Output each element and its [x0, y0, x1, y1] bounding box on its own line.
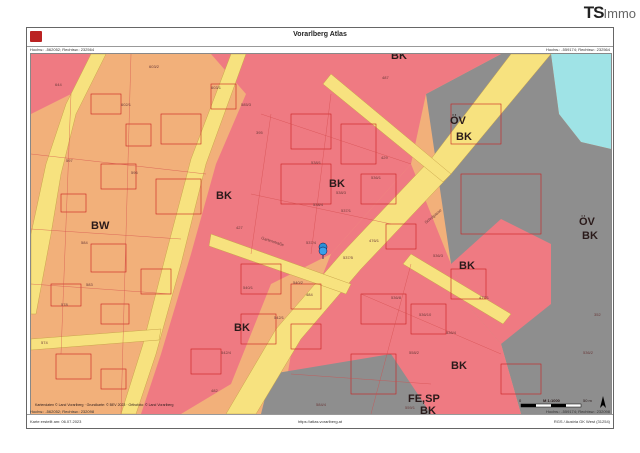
parcel-label: 603/2: [149, 64, 160, 69]
parcel-label: 558/2: [409, 350, 420, 355]
parcel-label: 536/2: [583, 350, 594, 355]
parcel-label: 584/4: [316, 402, 327, 407]
zone-label: ÖV: [579, 215, 596, 228]
parcel-label: 352: [594, 312, 601, 317]
brand-immo: Immo: [603, 6, 637, 21]
zone-label: BW: [91, 220, 110, 232]
parcel-label: 574: [41, 340, 48, 345]
zone-label: BK: [234, 322, 250, 334]
zoning-map: BK BK BW BK BK BK BK ÖV BK ÖV BK FE,SP B…: [31, 54, 611, 414]
zone-label: FE,SP: [408, 393, 440, 405]
parcel-label: 578: [61, 302, 68, 307]
zone-label: BK: [582, 230, 598, 242]
parcel-label: 536/3: [433, 253, 444, 258]
zone-label: BK: [459, 260, 475, 272]
parcel-label: 536/10: [419, 312, 432, 317]
zone-label: BK: [391, 54, 407, 62]
map-canvas[interactable]: BK BK BW BK BK BK BK ÖV BK ÖV BK FE,SP B…: [30, 53, 612, 415]
parcel-label: 536/1: [371, 175, 382, 180]
scale-end: 50 m: [583, 398, 593, 403]
parcel-label: 537/5: [343, 255, 354, 260]
parcel-label: 538/1: [311, 160, 322, 165]
footer-url[interactable]: https://atlas.vorarlberg.at: [27, 419, 613, 424]
map-copyright: Kartendaten © Land Vorarlberg · Grundkar…: [35, 403, 174, 407]
zone-label: ÖV: [450, 114, 467, 127]
parcel-label: 427: [236, 225, 243, 230]
top-coordinates: Hochw.: -562052; Rechtsw.: 232564 Hochw.…: [27, 46, 613, 53]
parcel-label: 583: [86, 282, 93, 287]
south-road: [31, 328, 162, 351]
parcel-label: 540/1: [243, 285, 254, 290]
parcel-label: 537/1: [341, 208, 352, 213]
parcel-label: 536/8: [391, 295, 402, 300]
brand-ts: TS: [583, 3, 605, 22]
parcel-label: 536/4: [446, 330, 457, 335]
parcel-label: 487: [382, 75, 389, 80]
parcel-label: 596: [131, 170, 138, 175]
parcel-label: 484: [306, 292, 313, 297]
zone-label: BK: [456, 131, 472, 143]
parcel-label: 597: [66, 158, 73, 163]
parcel-label: 538/3: [336, 190, 347, 195]
parcel-label: 542/4: [221, 350, 232, 355]
parcel-label: 540/2: [293, 280, 304, 285]
parcel-label: 482: [211, 388, 218, 393]
footer-crs: RGS / Austria GK West (31254): [553, 419, 610, 424]
title-bar: Vorarlberg Atlas: [27, 28, 613, 47]
parcel-label: 538/4: [313, 202, 324, 207]
parcel-label: 603/1: [211, 85, 222, 90]
parcel-label: 395: [256, 130, 263, 135]
zone-label: BK: [216, 190, 232, 202]
parcel-label: 585/3: [241, 102, 252, 107]
parcel-label: 476/1: [369, 238, 380, 243]
coord-top-right: Hochw.: -559174; Rechtsw.: 232564: [545, 47, 610, 52]
zone-label: BK: [329, 178, 345, 190]
parcel-label: 537/4: [306, 240, 317, 245]
page-title: Vorarlberg Atlas: [293, 31, 347, 38]
scale-ratio: M 1:1000: [543, 398, 561, 403]
coord-top-left: Hochw.: -562052; Rechtsw.: 232564: [30, 47, 95, 52]
parcel-label: 584: [81, 240, 88, 245]
parcel-label: 477/1: [479, 295, 490, 300]
atlas-sheet: Vorarlberg Atlas Hochw.: -562052; Rechts…: [26, 27, 614, 429]
parcel-label: 602/1: [121, 102, 132, 107]
brand-logo: TSImmo: [584, 3, 636, 23]
footer: Karte erstellt am: 06.07.2023 https://at…: [27, 414, 613, 428]
parcel-label: 542/1: [274, 315, 285, 320]
zone-label: BK: [451, 360, 467, 372]
parcel-label: 644: [55, 82, 62, 87]
parcel-label: 429: [381, 155, 388, 160]
